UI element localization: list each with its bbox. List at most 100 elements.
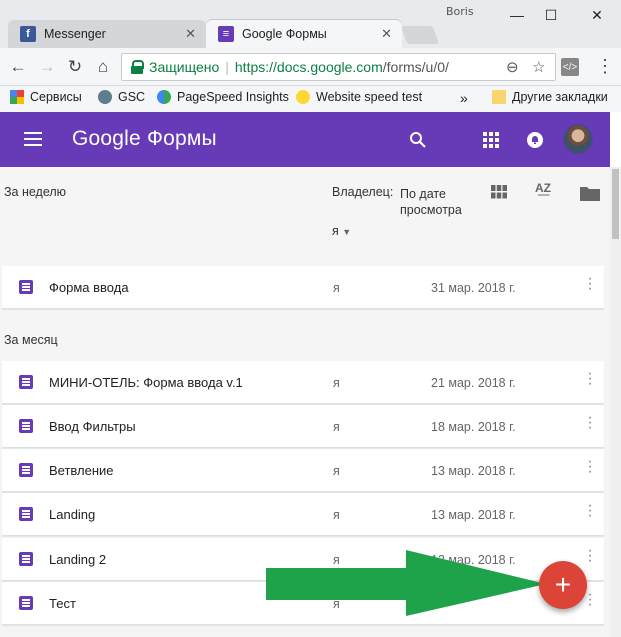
tab-label: Google Формы (242, 27, 327, 41)
scrollbar[interactable] (610, 167, 621, 637)
form-owner: я (333, 376, 340, 390)
form-doc-icon (19, 463, 33, 477)
list-item[interactable]: Форма ввода я 31 мар. 2018 г. · · · (2, 266, 604, 309)
window-titlebar: f Messenger ✕ ≡ Google Формы ✕ Boris — ☐… (0, 0, 621, 48)
form-name: Ветвление (49, 463, 114, 478)
form-date: 31 мар. 2018 г. (431, 281, 516, 295)
annotation-arrow-icon (266, 550, 546, 616)
sort-date-header[interactable]: По дате просмотра (400, 186, 480, 218)
form-doc-icon (19, 596, 33, 610)
form-doc-icon (19, 552, 33, 566)
reload-icon[interactable]: ↻ (64, 56, 86, 78)
more-options-icon[interactable]: · · · (584, 454, 596, 480)
apps-grid-icon (10, 90, 24, 104)
form-name: Ввод Фильтры (49, 419, 136, 434)
list-item[interactable]: Landing я 13 мар. 2018 г. · · · (2, 493, 604, 536)
facebook-icon: f (20, 26, 36, 42)
app-header: Google Формы (0, 112, 610, 167)
bookmarks-overflow-icon[interactable]: » (460, 90, 468, 106)
form-name: МИНИ-ОТЕЛЬ: Форма ввода v.1 (49, 375, 243, 390)
maximize-button[interactable]: ☐ (537, 4, 565, 26)
gsc-icon (98, 90, 112, 104)
app-title: Google Формы (72, 127, 217, 150)
grid-view-icon[interactable] (491, 185, 507, 204)
more-options-icon[interactable]: · · · (584, 366, 596, 392)
list-item[interactable]: Ввод Фильтры я 18 мар. 2018 г. · · · (2, 405, 604, 448)
folder-icon[interactable] (580, 185, 600, 206)
apps-grid-icon[interactable] (479, 128, 503, 152)
zoom-icon[interactable]: ⊖ (506, 58, 519, 76)
bookmark-other-folder[interactable]: Другие закладки (492, 90, 608, 104)
form-date: 13 мар. 2018 г. (431, 464, 516, 478)
bookmark-label: Другие закладки (512, 90, 608, 104)
address-bar[interactable]: Защищено | https://docs.google.com /form… (121, 53, 556, 81)
forms-icon: ≡ (218, 26, 234, 42)
sort-az-icon[interactable]: A͟Z (535, 181, 551, 195)
tab-google-forms[interactable]: ≡ Google Формы ✕ (206, 20, 402, 48)
new-tab-button[interactable] (400, 26, 440, 44)
bookmarks-bar: Сервисы GSC PageSpeed Insights Website s… (0, 86, 621, 112)
bookmark-label: GSC (118, 90, 146, 104)
tab-messenger[interactable]: f Messenger ✕ (8, 20, 206, 48)
form-name: Landing 2 (49, 552, 107, 567)
bookmark-label: Сервисы (30, 90, 82, 104)
more-options-icon[interactable]: · · · (584, 543, 596, 569)
search-icon[interactable] (406, 128, 430, 152)
form-doc-icon (19, 419, 33, 433)
list-item[interactable]: Ветвление я 13 мар. 2018 г. · · · (2, 449, 604, 492)
bookmark-label: PageSpeed Insights (177, 90, 289, 104)
form-date: 21 мар. 2018 г. (431, 376, 516, 390)
notifications-icon[interactable] (523, 128, 547, 152)
dropdown-arrow-icon: ▼ (342, 227, 352, 237)
secure-label: Защищено (149, 59, 220, 75)
bookmark-pagespeed[interactable]: PageSpeed Insights (157, 90, 289, 104)
bookmark-apps[interactable]: Сервисы (10, 90, 82, 104)
lock-icon (130, 60, 144, 74)
section-label-week: За неделю (4, 185, 67, 199)
owner-filter-value: я (332, 224, 339, 238)
menu-icon[interactable] (24, 132, 42, 146)
form-owner: я (333, 281, 340, 295)
speedtest-icon (296, 90, 310, 104)
form-date: 18 мар. 2018 г. (431, 420, 516, 434)
url-separator: | (225, 59, 229, 75)
avatar[interactable] (563, 124, 593, 154)
scrollbar-thumb[interactable] (612, 169, 619, 239)
form-name: Форма ввода (49, 280, 129, 295)
bookmark-star-icon[interactable]: ☆ (532, 58, 545, 76)
bookmark-label: Website speed test (316, 90, 423, 104)
bookmark-speedtest[interactable]: Website speed test (296, 90, 422, 104)
owner-header: Владелец: (332, 185, 394, 199)
more-options-icon[interactable]: · · · (584, 587, 596, 613)
forward-icon[interactable]: → (36, 56, 58, 78)
home-icon[interactable]: ⌂ (92, 56, 114, 78)
list-item[interactable]: МИНИ-ОТЕЛЬ: Форма ввода v.1 я 21 мар. 20… (2, 361, 604, 404)
browser-menu-icon[interactable]: ⋮ (596, 56, 614, 77)
create-form-button[interactable]: + (539, 561, 587, 609)
form-owner: я (333, 508, 340, 522)
form-doc-icon (19, 280, 33, 294)
minimize-button[interactable]: — (503, 4, 531, 26)
profile-name[interactable]: Boris (446, 5, 474, 18)
owner-filter[interactable]: я ▼ (332, 224, 351, 238)
close-tab-icon[interactable]: ✕ (381, 26, 392, 42)
extension-icon[interactable]: </> (561, 58, 579, 76)
more-options-icon[interactable]: · · · (584, 271, 596, 297)
form-doc-icon (19, 507, 33, 521)
close-window-button[interactable]: ✕ (583, 4, 611, 26)
folder-icon (492, 90, 506, 104)
form-doc-icon (19, 375, 33, 389)
browser-toolbar: ← → ↻ ⌂ Защищено | https://docs.google.c… (0, 48, 621, 86)
form-owner: я (333, 420, 340, 434)
form-date: 13 мар. 2018 г. (431, 508, 516, 522)
form-name: Тест (49, 596, 76, 611)
form-name: Landing (49, 507, 96, 522)
more-options-icon[interactable]: · · · (584, 410, 596, 436)
bookmark-gsc[interactable]: GSC (98, 90, 145, 104)
back-icon[interactable]: ← (7, 56, 29, 78)
url-path: /forms/u/0/ (382, 59, 449, 75)
more-options-icon[interactable]: · · · (584, 498, 596, 524)
close-tab-icon[interactable]: ✕ (185, 26, 196, 42)
url-host: https://docs.google.com (234, 59, 383, 75)
tab-label: Messenger (44, 27, 106, 41)
